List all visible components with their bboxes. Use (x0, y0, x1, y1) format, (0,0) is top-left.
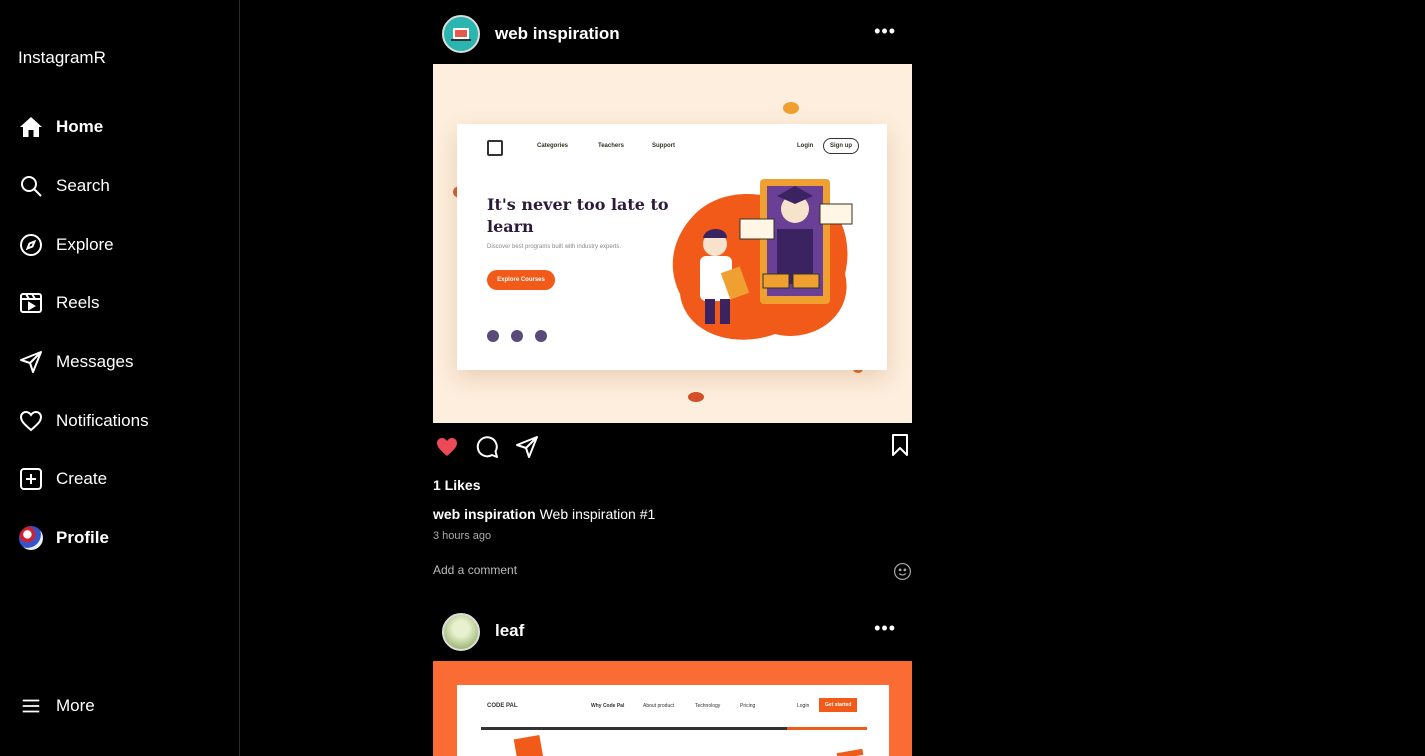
mockup-nav-item: About product (643, 703, 675, 709)
comment-input[interactable]: Add a comment (433, 563, 517, 577)
mockup-cta: Explore Courses (487, 270, 555, 290)
nav-item-explore[interactable]: Explore (18, 215, 228, 274)
post-image[interactable]: CODE PAL Why Code Pal About product Tech… (433, 661, 912, 756)
landing-page-mockup: CODE PAL Why Code Pal About product Tech… (457, 685, 889, 756)
nav-item-search[interactable]: Search (18, 157, 228, 216)
post-image[interactable]: Categories Teachers Support Login Sign u… (433, 64, 912, 423)
mockup-bar-accent (787, 727, 867, 730)
nav-item-profile[interactable]: Profile (18, 509, 228, 568)
post-username[interactable]: web inspiration (495, 24, 620, 44)
mockup-nav-item: Categories (537, 143, 569, 149)
nav-label: Create (56, 469, 108, 489)
twitter-icon (487, 330, 499, 342)
bookmark-icon[interactable] (888, 433, 912, 457)
home-icon (18, 114, 44, 140)
illustration (672, 179, 853, 340)
post: web inspiration ••• (433, 0, 912, 62)
logo-icon (487, 140, 503, 156)
nav-label: Explore (56, 234, 114, 254)
post-header: web inspiration ••• (433, 0, 912, 62)
mockup-login: Login (797, 143, 814, 149)
app-logo[interactable]: InstagramR (18, 48, 106, 68)
post-timestamp: 3 hours ago (433, 530, 492, 542)
mockup-nav-item: Why Code Pal (591, 703, 625, 709)
mockup-login: Login (797, 703, 810, 709)
nav-item-notifications[interactable]: Notifications (18, 391, 228, 450)
post-caption: web inspiration Web inspiration #1 (433, 506, 655, 522)
nav-label: Search (56, 176, 110, 196)
mockup-headline: It's never too late to learn (487, 195, 669, 236)
caption-username[interactable]: web inspiration (433, 506, 536, 522)
post-username[interactable]: leaf (495, 621, 524, 641)
nav-label: Home (56, 117, 104, 137)
emoji-icon[interactable] (893, 562, 912, 581)
nav-item-messages[interactable]: Messages (18, 333, 228, 392)
nav-item-home[interactable]: Home (18, 98, 228, 157)
send-icon (18, 349, 44, 375)
mockup-cta: Get started (819, 698, 858, 712)
menu-icon (18, 693, 44, 719)
landing-page-mockup: Categories Teachers Support Login Sign u… (457, 124, 887, 370)
nav-label: Messages (56, 352, 134, 372)
mockup-nav-item: Teachers (598, 143, 624, 149)
instagram-icon (535, 330, 547, 342)
more-options-icon[interactable]: ••• (874, 619, 896, 637)
nav-label: More (56, 696, 95, 715)
search-icon (18, 173, 44, 199)
reels-icon (18, 290, 44, 316)
plus-square-icon (18, 466, 44, 492)
caption-text: Web inspiration #1 (539, 506, 656, 522)
share-icon[interactable] (515, 435, 539, 459)
heart-icon (18, 408, 44, 434)
nav-item-more[interactable]: More (18, 693, 95, 719)
mockup-nav-item: Technology (695, 703, 721, 709)
avatar (18, 525, 44, 551)
nav-item-reels[interactable]: Reels (18, 274, 228, 333)
facebook-icon (511, 330, 523, 342)
nav-item-create[interactable]: Create (18, 450, 228, 509)
more-options-icon[interactable]: ••• (874, 22, 896, 40)
mockup-subtext: Discover best programs built with indust… (487, 244, 622, 250)
post-actions (433, 430, 912, 464)
nav-label: Profile (56, 528, 109, 548)
mockup-signup: Sign up (823, 138, 859, 154)
compass-icon (18, 232, 44, 258)
mockup-brand: CODE PAL (487, 703, 518, 709)
comment-icon[interactable] (475, 435, 499, 459)
nav-label: Reels (56, 293, 100, 313)
mockup-shape (513, 735, 547, 756)
nav-menu: Home Search Explore Reels Messages Notif… (18, 98, 228, 568)
mockup-nav-item: Pricing (740, 703, 756, 709)
avatar[interactable] (442, 613, 480, 651)
mockup-nav-item: Support (652, 143, 675, 149)
likes-count[interactable]: 1 Likes (433, 477, 480, 493)
avatar[interactable] (442, 15, 480, 53)
post: leaf ••• (433, 597, 912, 659)
post-header: leaf ••• (433, 597, 912, 659)
mockup-shape (836, 748, 864, 756)
like-icon[interactable] (435, 435, 459, 459)
mockup-bar (481, 727, 787, 730)
nav-label: Notifications (56, 410, 149, 430)
sidebar: InstagramR Home Search Explore Reels Mes… (0, 0, 240, 756)
